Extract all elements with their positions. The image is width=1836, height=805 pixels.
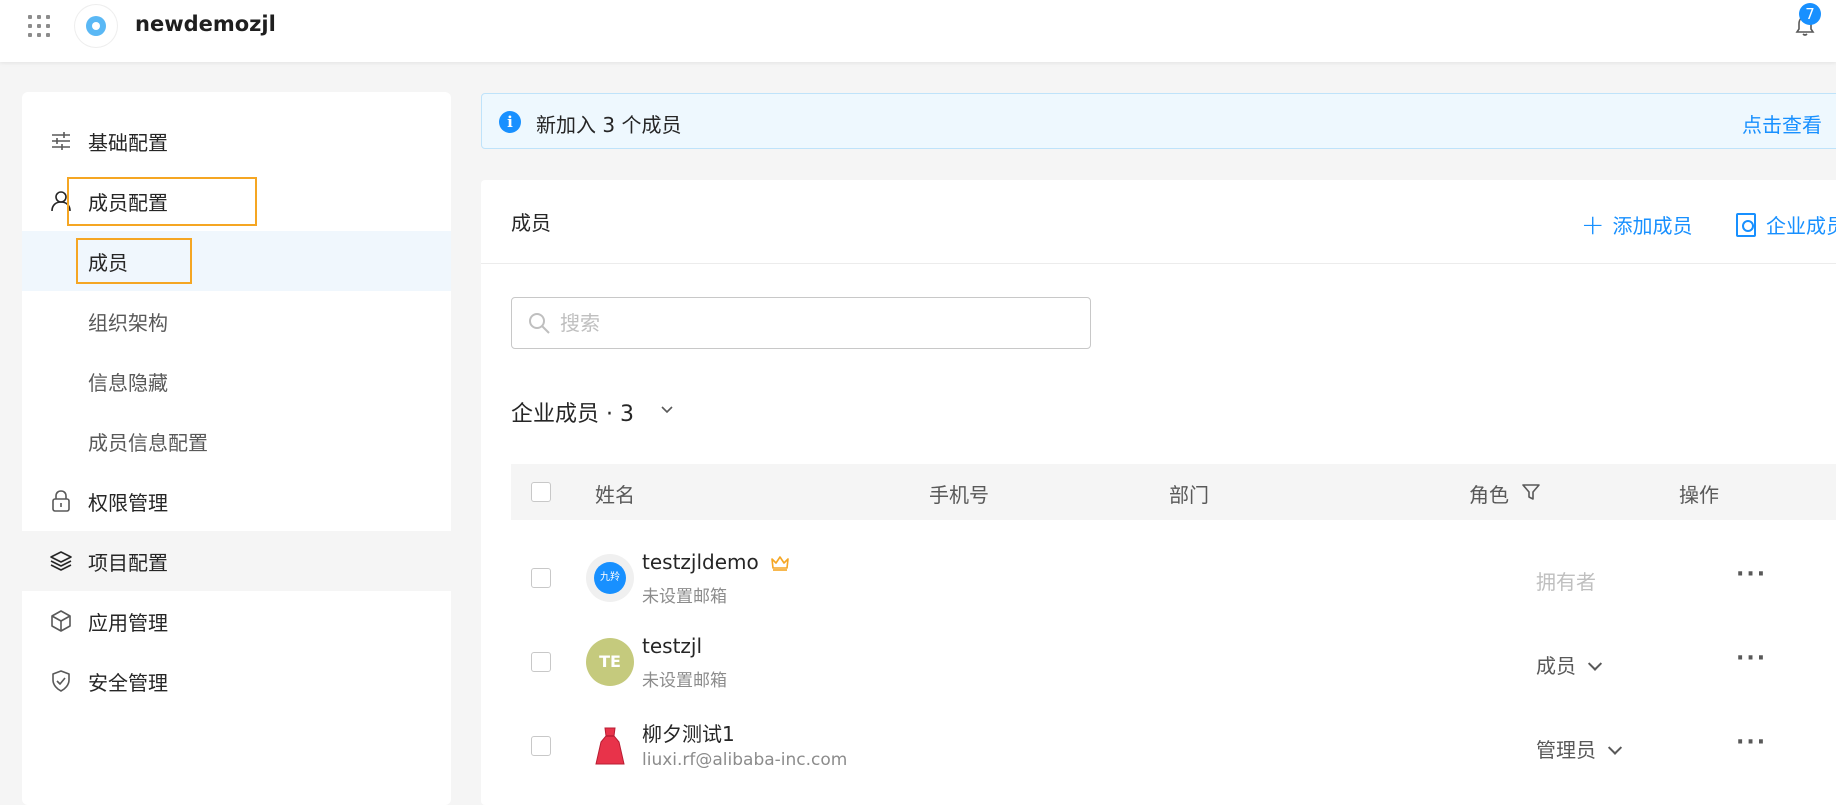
table-row[interactable]: TE testzjl 未设置邮箱 成员 ··· <box>511 620 1836 704</box>
more-actions-icon[interactable]: ··· <box>1736 730 1767 755</box>
row-checkbox[interactable] <box>531 568 551 588</box>
enterprise-members-button[interactable]: 企业成员 <box>1736 210 1836 239</box>
sidebar-item-info-hiding[interactable]: 信息隐藏 <box>22 351 451 411</box>
panel-header: 成员 + 添加成员 企业成员 <box>481 180 1836 264</box>
member-email: 未设置邮箱 <box>642 587 727 607</box>
sidebar-item-app-management[interactable]: 应用管理 <box>22 591 451 651</box>
sidebar-item-org-structure[interactable]: 组织架构 <box>22 291 451 351</box>
role-select[interactable]: 管理员 <box>1536 734 1623 763</box>
sidebar-item-member-config[interactable]: 成员配置 <box>22 171 451 231</box>
column-header-role: 角色 <box>1469 483 1509 507</box>
enterprise-members-label: 企业成员 <box>1766 214 1836 238</box>
column-header-name: 姓名 <box>595 483 635 507</box>
sliders-icon <box>48 128 74 154</box>
top-bar: newdemozjl 7 <box>0 0 1836 62</box>
plus-icon: + <box>1581 207 1605 241</box>
chevron-down-icon <box>1607 740 1623 755</box>
sidebar-item-label: 成员信息配置 <box>88 430 208 455</box>
info-icon: i <box>499 111 521 133</box>
user-icon <box>48 188 74 214</box>
sidebar-item-basic-config[interactable]: 基础配置 <box>22 111 451 171</box>
member-name: testzjl <box>642 634 703 658</box>
shield-check-icon <box>48 668 74 694</box>
crown-icon <box>771 556 789 571</box>
lock-icon <box>48 488 74 514</box>
apps-grid-icon[interactable] <box>28 15 50 37</box>
sidebar-item-project-config[interactable]: 项目配置 <box>22 531 451 591</box>
cube-icon <box>48 608 74 634</box>
layers-icon <box>48 548 74 574</box>
search-icon <box>529 313 550 334</box>
member-group-selector[interactable]: 企业成员 · 3 <box>511 396 634 428</box>
chevron-down-icon <box>1587 656 1603 671</box>
row-checkbox[interactable] <box>531 736 551 756</box>
sidebar-item-members[interactable]: 成员 <box>22 231 451 291</box>
more-actions-icon[interactable]: ··· <box>1736 646 1767 671</box>
sidebar-item-label: 信息隐藏 <box>88 370 168 395</box>
sidebar-item-label: 成员 <box>88 250 128 275</box>
more-actions-icon[interactable]: ··· <box>1736 562 1767 587</box>
sidebar-item-label: 成员配置 <box>88 190 168 215</box>
table-row[interactable]: 柳夕测试1 liuxi.rf@alibaba-inc.com 管理员 ··· <box>511 704 1836 788</box>
column-header-phone: 手机号 <box>929 483 989 507</box>
contact-book-icon <box>1736 212 1756 237</box>
member-role: 拥有者 <box>1536 570 1596 594</box>
sidebar-item-label: 组织架构 <box>88 310 168 335</box>
notification-badge: 7 <box>1799 3 1821 25</box>
add-member-label: 添加成员 <box>1612 214 1693 238</box>
page-title: 成员 <box>511 211 551 235</box>
member-name: 柳夕测试1 <box>642 722 735 746</box>
avatar: TE <box>586 638 634 686</box>
view-new-members-link[interactable]: 点击查看 <box>1742 109 1822 138</box>
sidebar-item-security[interactable]: 安全管理 <box>22 651 451 711</box>
sidebar-item-label: 基础配置 <box>88 130 168 155</box>
search-box[interactable] <box>511 297 1091 349</box>
sidebar: 基础配置 成员配置 成员 组织架构 信息隐藏 成员信息配置 权限管理 项目配置 … <box>22 92 451 805</box>
member-email: 未设置邮箱 <box>642 671 727 691</box>
filter-icon[interactable] <box>1521 482 1541 502</box>
column-header-action: 操作 <box>1679 483 1719 507</box>
sidebar-item-permissions[interactable]: 权限管理 <box>22 471 451 531</box>
table-row[interactable]: 九羚 testzjldemo 未设置邮箱 拥有者 ··· <box>511 536 1836 620</box>
members-panel: 成员 + 添加成员 企业成员 企业成员 · 3 姓名 手机号 部门 角色 操作 … <box>481 180 1836 805</box>
notice-text: 新加入 3 个成员 <box>536 113 682 137</box>
member-email: liuxi.rf@alibaba-inc.com <box>642 750 848 770</box>
select-all-checkbox[interactable] <box>531 482 551 502</box>
member-name: testzjldemo <box>642 550 759 574</box>
row-checkbox[interactable] <box>531 652 551 672</box>
search-input[interactable] <box>560 306 1080 340</box>
avatar: 九羚 <box>586 554 634 602</box>
role-select[interactable]: 成员 <box>1536 650 1603 679</box>
column-header-department: 部门 <box>1169 483 1209 507</box>
avatar <box>586 722 634 770</box>
new-members-notice: i 新加入 3 个成员 点击查看 <box>481 93 1836 149</box>
sidebar-item-label: 项目配置 <box>88 550 168 575</box>
avatar-text: 九羚 <box>594 562 626 594</box>
add-member-button[interactable]: + 添加成员 <box>1581 210 1692 239</box>
member-role: 管理员 <box>1536 738 1596 762</box>
dress-avatar-icon <box>595 727 625 765</box>
org-name[interactable]: newdemozjl <box>135 12 276 36</box>
member-role: 成员 <box>1536 654 1576 678</box>
sidebar-item-label: 权限管理 <box>88 490 168 515</box>
table-header: 姓名 手机号 部门 角色 操作 <box>511 464 1836 520</box>
sidebar-item-label: 应用管理 <box>88 610 168 635</box>
sidebar-item-label: 安全管理 <box>88 670 168 695</box>
chevron-down-icon[interactable] <box>659 402 675 418</box>
sidebar-item-member-info-config[interactable]: 成员信息配置 <box>22 411 451 471</box>
org-logo[interactable] <box>75 5 117 47</box>
